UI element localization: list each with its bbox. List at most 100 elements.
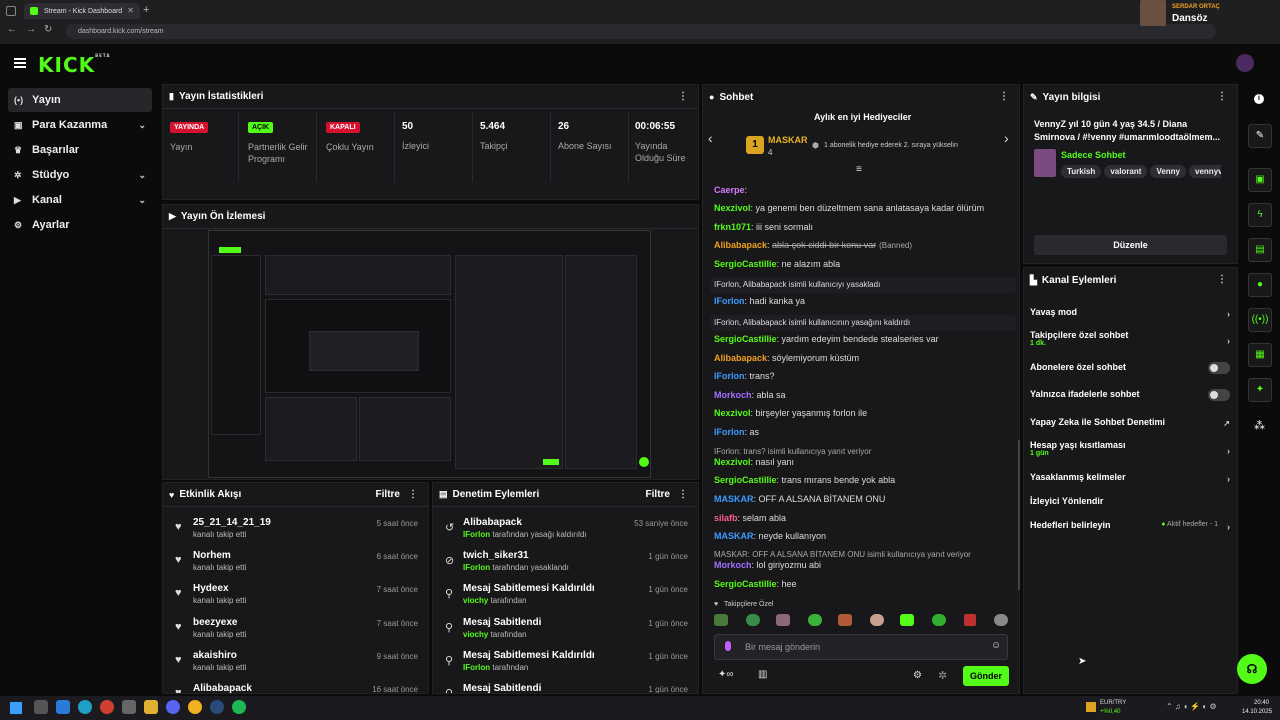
chat-username[interactable]: IForlon xyxy=(714,371,745,381)
back-icon[interactable]: ← xyxy=(7,24,17,35)
chat-message[interactable]: frkn1071: iii seni sormalı xyxy=(714,222,1014,232)
chat-username[interactable]: frkn1071 xyxy=(714,222,751,232)
app-icon[interactable] xyxy=(122,700,136,714)
windows-start-icon[interactable] xyxy=(10,702,22,714)
chrome-icon[interactable] xyxy=(100,700,114,714)
action-emote-chat[interactable]: Yalnızca ifadelerle sohbet xyxy=(1030,389,1230,401)
emoji-icon[interactable]: ☺ xyxy=(991,640,1001,651)
activity-filter-button[interactable]: Filtre xyxy=(376,489,400,500)
top-gifter-name[interactable]: MASKAR xyxy=(768,135,808,145)
chat-message[interactable]: silafb: selam abla xyxy=(714,513,1014,523)
chat-username[interactable]: silafb xyxy=(714,513,738,523)
action-raid[interactable]: İzleyici Yönlendir xyxy=(1030,496,1230,506)
rail-bolt-button[interactable]: ϟ xyxy=(1248,203,1272,227)
kick-logo[interactable]: KICKBETA xyxy=(38,53,110,77)
emote-icon[interactable] xyxy=(870,614,884,626)
chat-username[interactable]: Alibabapack xyxy=(714,240,767,250)
action-slow-mode[interactable]: Yavaş mod › xyxy=(1030,307,1230,319)
edit-pencil-button[interactable]: ✎ xyxy=(1248,124,1272,148)
chat-message[interactable]: Alibabapack: abla çok ciddi bir konu var… xyxy=(714,240,1014,250)
rail-broadcast-button[interactable]: ((•)) xyxy=(1248,308,1272,332)
emote-icon[interactable] xyxy=(746,614,760,626)
mic-icon[interactable] xyxy=(725,641,731,651)
category-name[interactable]: Sadece Sohbet xyxy=(1061,150,1126,160)
emote-icon[interactable] xyxy=(808,614,822,626)
spotify-icon[interactable] xyxy=(232,700,246,714)
chat-message[interactable]: SergioCastillie: hee xyxy=(714,579,1014,589)
moderation-filter-button[interactable]: Filtre xyxy=(646,489,670,500)
chat-username[interactable]: MASKAR xyxy=(714,531,754,541)
chat-input[interactable]: Bir mesaj gönderin ☺ xyxy=(714,634,1008,660)
chat-message[interactable]: Caerpe: xyxy=(714,185,1014,195)
more-menu-icon[interactable]: ⋮ xyxy=(678,489,688,500)
action-ai-moderation[interactable]: Yapay Zeka ile Sohbet Denetimi ↗ xyxy=(1030,417,1230,428)
forward-icon[interactable]: → xyxy=(26,24,36,35)
url-bar[interactable]: dashboard.kick.com/stream xyxy=(66,24,1216,39)
chat-username[interactable]: Nexzivol xyxy=(714,203,751,213)
emote-icon[interactable] xyxy=(900,614,914,626)
chat-username[interactable]: Nexzivol xyxy=(714,457,751,467)
browser-icon[interactable] xyxy=(188,700,202,714)
chat-username[interactable]: Caerpe xyxy=(714,185,745,195)
rail-layout-button[interactable]: ▦ xyxy=(1248,343,1272,367)
sidebar-item-studyo[interactable]: ✲ Stüdyo ⌄ xyxy=(8,163,152,187)
sidebar-item-para-kazanma[interactable]: ▣ Para Kazanma ⌄ xyxy=(8,113,152,137)
stream-preview-video[interactable] xyxy=(208,230,651,478)
rail-clip-button[interactable]: ▣ xyxy=(1248,168,1272,192)
action-followers-chat[interactable]: Takipçilere özel sohbet 1 dk. › xyxy=(1030,330,1230,347)
chat-message[interactable]: Alibabapack: söylemiyorum küstüm xyxy=(714,353,1014,363)
chat-message[interactable]: SergioCastillie: trans mırans bende yok … xyxy=(714,475,1014,485)
tag-chip[interactable]: Venny xyxy=(1150,165,1187,178)
discord-icon[interactable] xyxy=(166,700,180,714)
chat-message[interactable]: SergioCastillie: yardım edeyim bendede s… xyxy=(714,334,1014,344)
sidebar-item-basarilar[interactable]: ♛ Başarılar xyxy=(8,138,152,162)
send-button[interactable]: Gönder xyxy=(963,666,1009,686)
more-menu-icon[interactable]: ⋮ xyxy=(1217,91,1227,102)
browser-menu-icon[interactable] xyxy=(6,6,16,16)
tag-chip[interactable]: vennyv xyxy=(1189,165,1221,178)
more-menu-icon[interactable]: ⋮ xyxy=(408,489,418,500)
rail-tools-button[interactable]: ✦ xyxy=(1248,378,1272,402)
chat-username[interactable]: SergioCastillie xyxy=(714,259,777,269)
search-icon[interactable] xyxy=(34,700,48,714)
rail-poll-button[interactable]: ▤ xyxy=(1248,238,1272,262)
support-fab[interactable]: ☊ xyxy=(1237,654,1267,684)
tag-chip[interactable]: valorant xyxy=(1104,165,1148,178)
user-avatar[interactable] xyxy=(1236,54,1254,72)
chat-username[interactable]: Nexzivol xyxy=(714,408,751,418)
chat-message[interactable]: Morkoch: abla sa xyxy=(714,390,1014,400)
gifters-next-icon[interactable]: › xyxy=(1004,130,1009,146)
chat-message[interactable]: MASKAR: OFF A ALSANA BİTANEM ONU xyxy=(714,494,1014,504)
emote-icon[interactable] xyxy=(964,614,976,626)
steam-icon[interactable] xyxy=(210,700,224,714)
hamburger-menu-icon[interactable] xyxy=(14,58,26,68)
tag-chip[interactable]: Turkish xyxy=(1061,165,1102,178)
new-tab-icon[interactable]: + xyxy=(143,4,149,16)
emote-icon[interactable] xyxy=(714,614,728,626)
action-goals[interactable]: Hedefleri belirleyin ● Aktif hedefler - 1… xyxy=(1030,520,1230,532)
chat-username[interactable]: IForlon xyxy=(714,427,745,437)
chat-message[interactable]: IForlon: as xyxy=(714,427,1014,437)
emote-icon[interactable] xyxy=(994,614,1008,626)
chat-message[interactable]: IForlon: trans? xyxy=(714,371,1014,381)
emote-icon[interactable] xyxy=(838,614,852,626)
action-subs-chat[interactable]: Abonelere özel sohbet xyxy=(1030,362,1230,374)
gift-box-icon[interactable]: ▥ xyxy=(758,669,767,680)
gifters-prev-icon[interactable]: ‹ xyxy=(708,130,713,146)
chat-username[interactable]: Morkoch xyxy=(714,560,752,570)
chat-username[interactable]: Morkoch xyxy=(714,390,752,400)
share-icon[interactable]: ⁂ xyxy=(1254,419,1265,432)
explorer-icon[interactable] xyxy=(144,700,158,714)
more-menu-icon[interactable]: ⋮ xyxy=(678,91,688,102)
chat-message[interactable]: MASKAR: neyde kullanıyon xyxy=(714,531,1014,541)
rail-chat-button[interactable]: ● xyxy=(1248,273,1272,297)
points-icon[interactable]: ✦∞ xyxy=(718,669,734,680)
chat-username[interactable]: SergioCastillie xyxy=(714,475,777,485)
taskview-icon[interactable] xyxy=(56,700,70,714)
edge-icon[interactable] xyxy=(78,700,92,714)
profile-avatar[interactable] xyxy=(1140,0,1166,26)
sidebar-item-ayarlar[interactable]: ⚙ Ayarlar xyxy=(8,213,152,237)
chat-message[interactable]: Nexzivol: birşeyler yaşanmış forlon ile xyxy=(714,408,1014,418)
pinned-collapse-icon[interactable]: ≡ xyxy=(856,164,862,175)
emote-chat-toggle[interactable] xyxy=(1208,389,1230,401)
